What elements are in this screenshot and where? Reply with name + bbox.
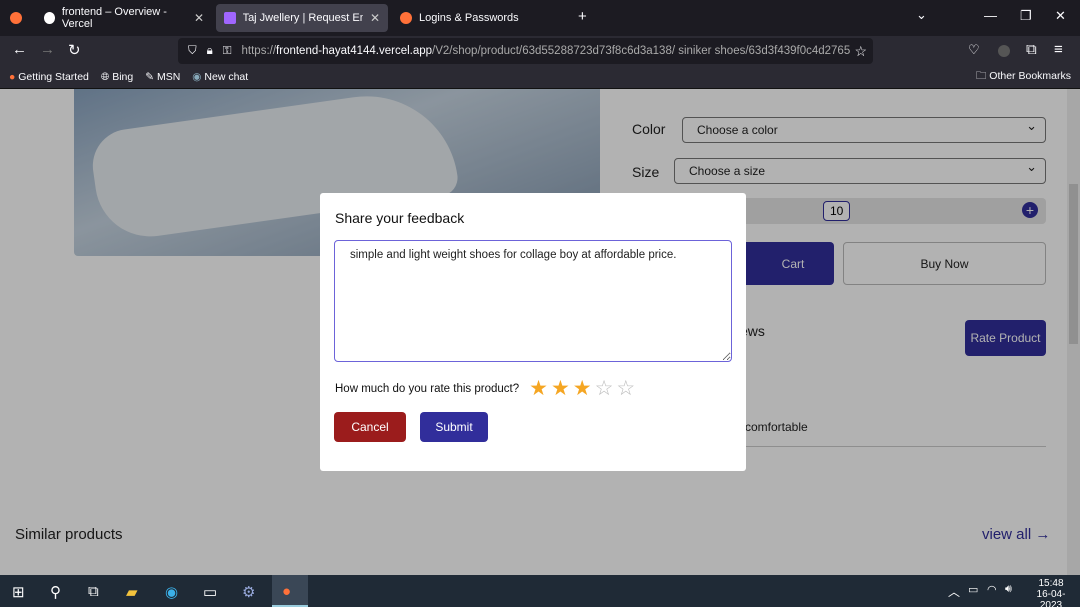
feedback-textarea[interactable]: simple and light weight shoes for collag… xyxy=(334,240,732,362)
star-filled-icon[interactable]: ★ xyxy=(573,378,592,399)
minimize-icon[interactable]: — xyxy=(984,8,997,23)
clock[interactable]: 15:48 16-04-2023 xyxy=(1026,578,1076,611)
rating-row: How much do you rate this product? ★ ★ ★ ☆ ☆ xyxy=(335,378,635,399)
feedback-modal: Share your feedback simple and light wei… xyxy=(320,193,746,471)
bookmarks-bar: ● Getting Started 🌐︎ Bing ✎ MSN ◉ New ch… xyxy=(0,66,1080,89)
task-view-icon[interactable]: ⧉ xyxy=(88,583,99,600)
nav-bar: ← → ↻ ⛉ 🔒︎ ⚿ https://frontend-hayat4144.ve… xyxy=(0,36,1080,66)
close-tab-icon[interactable]: ✕ xyxy=(370,11,380,25)
tab-taj-jwellery[interactable]: Taj Jwellery | Request Email Cha ✕ xyxy=(216,4,388,32)
windows-start-icon[interactable]: ⊞ xyxy=(12,583,25,601)
terminal-icon[interactable]: ▭ xyxy=(203,583,217,601)
reload-icon[interactable]: ↻ xyxy=(68,41,81,59)
pocket-icon[interactable]: ♡ xyxy=(968,42,980,58)
bookmark-bing[interactable]: 🌐︎ Bing xyxy=(101,71,133,84)
tab-bar: frontend – Overview - Vercel ✕ Taj Jwelle… xyxy=(0,0,1080,36)
tab-title: Logins & Passwords xyxy=(419,12,519,24)
bookmark-new-chat[interactable]: ◉ New chat xyxy=(192,71,248,83)
firefox-icon[interactable] xyxy=(10,12,22,24)
star-rating[interactable]: ★ ★ ★ ☆ ☆ xyxy=(529,378,635,399)
bookmark-star-icon[interactable]: ☆ xyxy=(854,42,867,60)
star-filled-icon[interactable]: ★ xyxy=(529,378,548,399)
rating-question: How much do you rate this product? xyxy=(335,383,520,395)
tab-title: frontend – Overview - Vercel xyxy=(61,6,167,30)
cancel-button[interactable]: Cancel xyxy=(334,412,406,442)
account-avatar[interactable] xyxy=(998,45,1010,57)
taskbar: ⊞ ⚲ ⧉ ▰ ◉ ▭ ⚙ ● ︿ ▭ ◠ 🔊︎ 15:48 16-04-2023 xyxy=(0,575,1080,611)
tab-title: Taj Jwellery | Request Email Cha xyxy=(242,12,363,24)
star-empty-icon[interactable]: ☆ xyxy=(616,378,635,399)
modal-title: Share your feedback xyxy=(335,210,465,226)
new-tab-icon[interactable]: + xyxy=(578,8,587,25)
bookmark-getting-started[interactable]: ● Getting Started xyxy=(9,71,89,83)
close-tab-icon[interactable]: ✕ xyxy=(194,11,204,25)
url-bar[interactable]: ⛉ 🔒︎ ⚿ https://frontend-hayat4144.vercel.a… xyxy=(178,38,873,64)
other-bookmarks[interactable]: 🗀︎ Other Bookmarks xyxy=(976,68,1071,86)
shield-icon[interactable]: ⛉ xyxy=(188,45,197,58)
url-text: https://frontend-hayat4144.vercel.app/V2… xyxy=(241,45,851,57)
search-icon[interactable]: ⚲ xyxy=(50,583,61,601)
firefox-taskbar-icon[interactable]: ● xyxy=(272,575,308,607)
submit-button[interactable]: Submit xyxy=(420,412,488,442)
close-window-icon[interactable]: ✕ xyxy=(1055,8,1066,24)
tab-logins[interactable]: Logins & Passwords xyxy=(392,4,562,32)
vercel-icon xyxy=(44,12,55,24)
back-icon[interactable]: ← xyxy=(12,41,27,58)
wifi-icon[interactable]: ◠ xyxy=(987,583,997,596)
menu-icon[interactable]: ≡ xyxy=(1054,41,1063,58)
tray-chevron-icon[interactable]: ︿ xyxy=(948,583,960,600)
firefox-icon xyxy=(400,12,412,24)
star-filled-icon[interactable]: ★ xyxy=(551,378,570,399)
edge-icon[interactable]: ◉ xyxy=(165,583,178,601)
volume-icon[interactable]: 🔊︎ xyxy=(1005,583,1012,596)
restore-icon[interactable]: ❐ xyxy=(1020,8,1032,24)
settings-app-icon[interactable]: ⚙ xyxy=(242,583,255,601)
bookmark-msn[interactable]: ✎ MSN xyxy=(145,71,180,83)
tab-vercel[interactable]: frontend – Overview - Vercel ✕ xyxy=(36,4,212,32)
vite-icon xyxy=(224,12,236,24)
star-empty-icon[interactable]: ☆ xyxy=(595,378,614,399)
list-tabs-chevron-icon[interactable]: ⌄ xyxy=(916,7,927,23)
extensions-icon[interactable]: ⧉ xyxy=(1026,41,1037,58)
forward-icon[interactable]: → xyxy=(40,41,55,58)
file-explorer-icon[interactable]: ▰ xyxy=(126,583,138,601)
battery-icon[interactable]: ▭ xyxy=(968,583,978,596)
key-icon[interactable]: ⚿ xyxy=(223,45,232,58)
lock-icon[interactable]: 🔒︎ xyxy=(207,45,213,58)
